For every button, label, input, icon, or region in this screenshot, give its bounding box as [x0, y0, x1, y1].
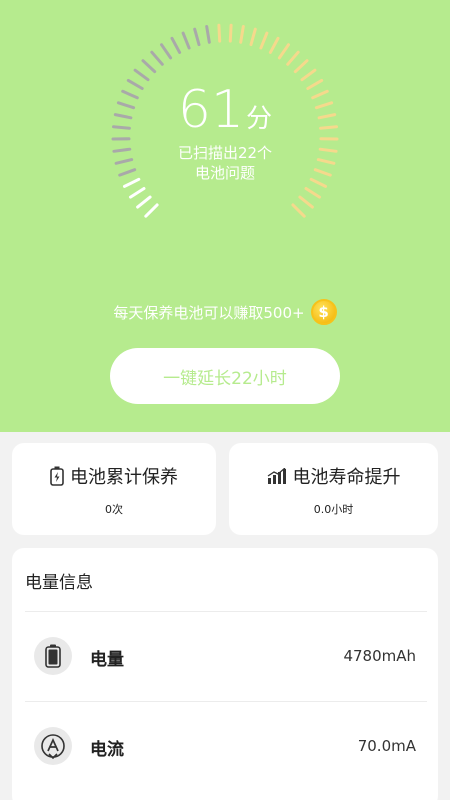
- earn-reward-row: 每天保养电池可以赚取500+ $: [0, 296, 450, 328]
- gauge-tick: [268, 36, 280, 54]
- gauge-tick: [286, 50, 300, 66]
- gauge-tick: [293, 59, 309, 74]
- capacity-label: 电量: [90, 650, 124, 670]
- gauge-tick: [170, 36, 182, 54]
- hero-panel: 61分 已扫描出22个 电池问题 每天保养电池可以赚取500+ $ 一键延长22…: [0, 0, 450, 432]
- life-increase-card[interactable]: 电池寿命提升 0.0小时: [229, 443, 438, 535]
- gauge-tick: [277, 43, 290, 60]
- gauge-tick: [249, 27, 257, 47]
- earn-reward-text: 每天保养电池可以赚取500+: [113, 303, 305, 322]
- gauge-tick: [129, 187, 146, 199]
- gauge-tick: [141, 59, 157, 74]
- gauge-tick: [136, 195, 152, 209]
- score-value: 61: [177, 80, 245, 140]
- battery-charging-icon: [50, 466, 64, 486]
- gauge-tick: [291, 203, 306, 218]
- info-row-current[interactable]: 电流 70.0mA: [12, 702, 438, 790]
- score-gauge: 61分 已扫描出22个 电池问题: [110, 22, 340, 252]
- gauge-tick: [298, 195, 314, 209]
- battery-icon: [34, 637, 72, 675]
- gauge-tick: [193, 27, 201, 47]
- gauge-tick: [150, 50, 164, 66]
- life-increase-title: 电池寿命提升: [292, 467, 401, 488]
- score-unit: 分: [246, 104, 273, 134]
- gauge-tick: [133, 68, 150, 82]
- extend-battery-button[interactable]: 一键延长22小时: [110, 348, 340, 404]
- gauge-tick: [300, 68, 317, 82]
- gauge-tick: [259, 31, 269, 50]
- gauge-tick: [160, 43, 173, 60]
- gauge-tick: [217, 23, 222, 43]
- gauge-tick: [181, 31, 191, 50]
- maintenance-count-card[interactable]: 电池累计保养 0次: [12, 443, 216, 535]
- maintenance-count-title: 电池累计保养: [70, 467, 178, 488]
- current-icon: [34, 727, 72, 765]
- current-label: 电流: [90, 740, 124, 760]
- gauge-tick: [304, 187, 321, 199]
- maintenance-count-value: 0次: [105, 503, 123, 516]
- power-info-title: 电量信息: [25, 573, 93, 593]
- gauge-tick: [144, 203, 159, 218]
- current-value: 70.0mA: [357, 737, 416, 755]
- scan-result-line2: 电池问题: [194, 164, 255, 182]
- score-display: 61分: [110, 84, 340, 136]
- capacity-value: 4780mAh: [343, 647, 416, 665]
- gauge-tick: [228, 23, 233, 43]
- scan-result-line1: 已扫描出22个: [177, 144, 273, 162]
- signal-bars-icon: [267, 468, 287, 484]
- power-info-card: 电量信息 电量 4780mAh 电流 70.0mA: [12, 548, 438, 800]
- life-increase-value: 0.0小时: [313, 503, 354, 516]
- gauge-tick: [205, 25, 211, 44]
- coin-symbol: $: [318, 303, 329, 321]
- coin-icon: $: [310, 299, 337, 325]
- gauge-tick: [239, 25, 245, 44]
- info-row-capacity[interactable]: 电量 4780mAh: [12, 612, 438, 700]
